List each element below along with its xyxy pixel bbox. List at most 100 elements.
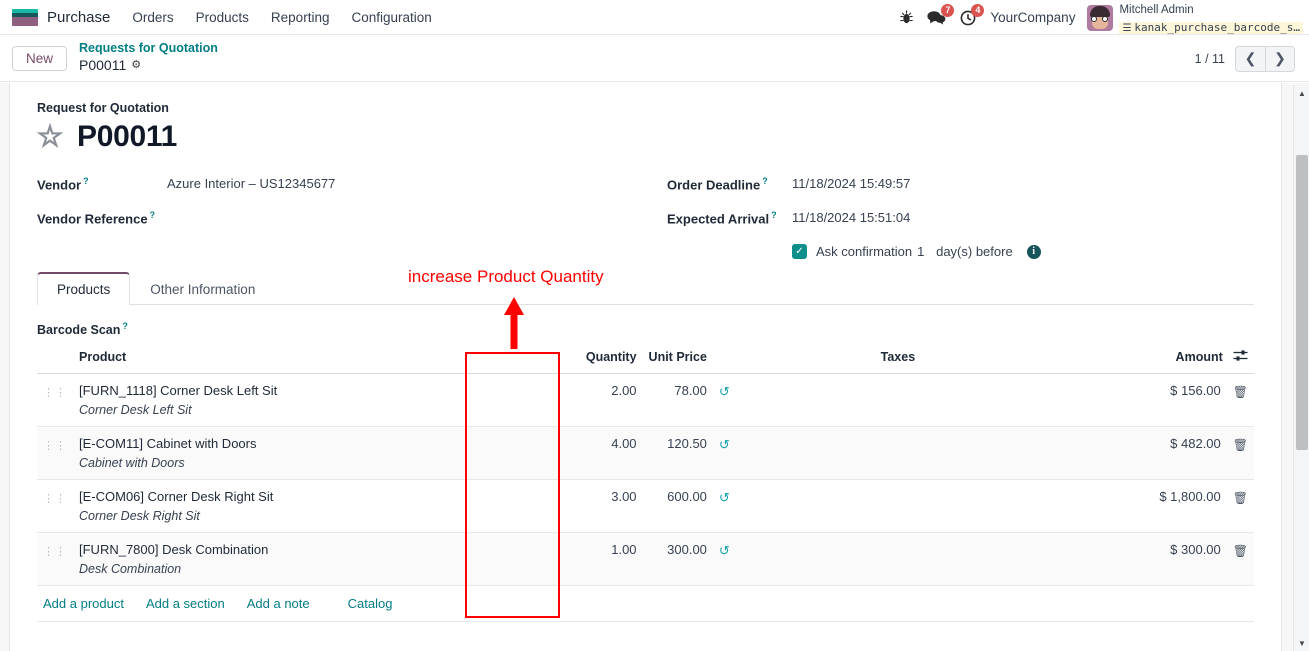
breadcrumb-current: P00011 ⚙ <box>79 57 218 75</box>
row-unit-price[interactable]: 600.00 <box>643 480 713 533</box>
field-vendor: Vendor? Azure Interior – US12345677 <box>37 176 667 193</box>
column-quantity[interactable]: Quantity <box>570 343 643 375</box>
row-taxes[interactable] <box>743 480 1053 533</box>
row-handle-cell: ⋮⋮ <box>37 533 73 586</box>
row-taxes[interactable] <box>743 533 1053 586</box>
order-lines-body: ⋮⋮ [FURN_1118] Corner Desk Left Sit Corn… <box>37 374 1254 586</box>
menu-orders[interactable]: Orders <box>132 10 173 25</box>
field-expected-arrival: Expected Arrival? 11/18/2024 15:51:04 <box>667 210 1254 227</box>
row-handle-cell: ⋮⋮ <box>37 427 73 480</box>
tab-other-information[interactable]: Other Information <box>130 272 275 305</box>
scroll-down-icon[interactable]: ▼ <box>1294 635 1309 651</box>
drag-handle-icon[interactable]: ⋮⋮ <box>43 387 67 399</box>
row-quantity[interactable]: 1.00 <box>571 533 643 586</box>
clock-icon[interactable]: 4 <box>960 3 985 26</box>
scroll-up-icon[interactable]: ▲ <box>1294 85 1309 101</box>
row-history-cell: ↺ <box>713 374 743 427</box>
column-product[interactable]: Product <box>73 343 571 375</box>
pager-next-button[interactable]: ❯ <box>1265 45 1295 72</box>
field-expected-arrival-value[interactable]: 11/18/2024 15:51:04 <box>792 210 910 225</box>
add-a-note-link[interactable]: Add a note <box>247 596 310 611</box>
column-handle <box>37 343 73 375</box>
drag-handle-icon[interactable]: ⋮⋮ <box>43 546 67 558</box>
column-taxes[interactable]: Taxes <box>742 343 1053 375</box>
row-taxes[interactable] <box>743 427 1053 480</box>
new-button[interactable]: New <box>12 45 68 71</box>
drag-handle-icon[interactable]: ⋮⋮ <box>43 440 67 452</box>
row-delete-cell: 🗑 <box>1227 427 1254 480</box>
history-reset-icon[interactable]: ↺ <box>719 437 730 452</box>
row-quantity[interactable]: 2.00 <box>571 374 643 427</box>
row-taxes[interactable] <box>743 374 1053 427</box>
column-unit-price[interactable]: Unit Price <box>642 343 713 375</box>
help-icon[interactable]: ? <box>83 176 89 186</box>
navbar-right-group: 7 4 YourCompany Mitchell Admin ☰ kanak_p… <box>900 0 1303 35</box>
ask-confirmation-suffix: day(s) before <box>936 244 1013 259</box>
table-row[interactable]: ⋮⋮ [FURN_7800] Desk Combination Desk Com… <box>37 532 1254 586</box>
row-quantity[interactable]: 4.00 <box>571 427 643 480</box>
trash-icon[interactable]: 🗑 <box>1233 385 1248 399</box>
add-a-product-link[interactable]: Add a product <box>43 596 124 611</box>
row-product-cell[interactable]: [FURN_7800] Desk Combination Desk Combin… <box>73 533 571 586</box>
pager-previous-button[interactable]: ❮ <box>1235 45 1265 72</box>
ask-confirmation-label: Ask confirmation <box>816 244 913 259</box>
row-quantity[interactable]: 3.00 <box>571 480 643 533</box>
odoo-logo-icon[interactable] <box>12 8 38 26</box>
history-reset-icon[interactable]: ↺ <box>719 543 730 558</box>
help-icon[interactable]: ? <box>122 321 128 331</box>
menu-configuration[interactable]: Configuration <box>351 10 431 25</box>
column-amount[interactable]: Amount <box>1052 343 1227 375</box>
table-row[interactable]: ⋮⋮ [E-COM11] Cabinet with Doors Cabinet … <box>37 426 1254 480</box>
row-amount: $ 1,800.00 <box>1159 489 1221 505</box>
row-unit-price[interactable]: 300.00 <box>643 533 713 586</box>
ask-confirmation-days-input[interactable]: 1 <box>917 244 927 259</box>
field-vendor-value[interactable]: Azure Interior – US12345677 <box>167 176 335 191</box>
breadcrumb-current-label: P00011 <box>79 57 127 74</box>
history-reset-icon[interactable]: ↺ <box>719 490 730 505</box>
field-order-deadline-value[interactable]: 11/18/2024 15:49:57 <box>792 176 910 191</box>
scrollbar-thumb[interactable] <box>1296 155 1308 450</box>
history-reset-icon[interactable]: ↺ <box>719 384 730 399</box>
app-menu-purchase[interactable]: Purchase <box>47 9 110 26</box>
help-icon[interactable]: ? <box>762 176 768 186</box>
database-list-icon: ☰ <box>1122 22 1132 34</box>
trash-icon[interactable]: 🗑 <box>1233 491 1248 505</box>
database-name: ☰ kanak_purchase_barcode_s… <box>1119 21 1303 35</box>
breadcrumb-parent-link[interactable]: Requests for Quotation <box>79 41 218 57</box>
table-row[interactable]: ⋮⋮ [E-COM06] Corner Desk Right Sit Corne… <box>37 480 1254 533</box>
drag-handle-icon[interactable]: ⋮⋮ <box>43 493 67 505</box>
ask-confirmation-checkbox[interactable]: ✓ <box>792 244 807 259</box>
info-icon[interactable]: i <box>1026 244 1041 259</box>
help-icon[interactable]: ? <box>771 210 777 220</box>
column-options-icon[interactable] <box>1233 350 1248 365</box>
help-icon[interactable]: ? <box>150 210 156 220</box>
vertical-scrollbar[interactable]: ▲ ▼ <box>1293 85 1309 651</box>
catalog-link[interactable]: Catalog <box>348 596 393 611</box>
form-view-background: Request for Quotation ☆ P00011 Vendor? A… <box>0 83 1309 651</box>
chat-bubble-icon[interactable]: 7 <box>927 4 955 25</box>
user-menu[interactable]: Mitchell Admin ☰ kanak_purchase_barcode_… <box>1087 0 1303 35</box>
breadcrumb: Requests for Quotation P00011 ⚙ <box>79 41 218 74</box>
messages-count-badge: 7 <box>941 4 955 17</box>
row-handle-cell: ⋮⋮ <box>37 374 73 427</box>
menu-products[interactable]: Products <box>196 10 249 25</box>
row-product-cell[interactable]: [E-COM11] Cabinet with Doors Cabinet wit… <box>73 427 571 480</box>
trash-icon[interactable]: 🗑 <box>1233 438 1248 452</box>
order-lines-header: Product Quantity Unit Price Taxes Amount <box>37 343 1254 375</box>
row-product-cell[interactable]: [FURN_1118] Corner Desk Left Sit Corner … <box>73 374 571 427</box>
table-row[interactable]: ⋮⋮ [FURN_1118] Corner Desk Left Sit Corn… <box>37 374 1254 427</box>
trash-icon[interactable]: 🗑 <box>1233 544 1248 558</box>
row-unit-price[interactable]: 78.00 <box>643 374 713 427</box>
gear-icon[interactable]: ⚙ <box>131 59 141 73</box>
add-a-section-link[interactable]: Add a section <box>146 596 225 611</box>
star-icon[interactable]: ☆ <box>36 121 63 151</box>
row-product-cell[interactable]: [E-COM06] Corner Desk Right Sit Corner D… <box>73 480 571 533</box>
bug-icon[interactable] <box>900 10 913 25</box>
notebook-tabs: Products Other Information <box>37 271 1254 305</box>
row-unit-price[interactable]: 120.50 <box>643 427 713 480</box>
tab-products[interactable]: Products <box>37 272 131 305</box>
user-name: Mitchell Admin <box>1119 3 1194 16</box>
menu-reporting[interactable]: Reporting <box>271 10 330 25</box>
company-switcher[interactable]: YourCompany <box>990 10 1075 25</box>
row-history-cell: ↺ <box>713 427 743 480</box>
